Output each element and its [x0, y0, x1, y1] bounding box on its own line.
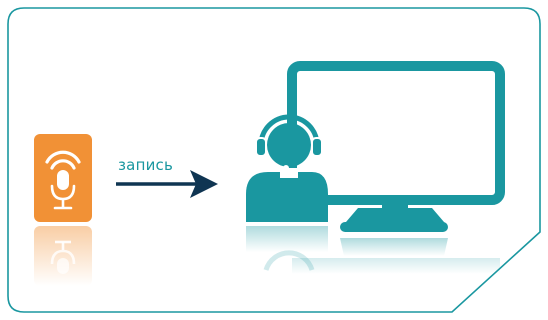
microphone-broadcast-icon: [34, 134, 92, 222]
arrow-right-icon: [116, 170, 218, 198]
diagram-canvas: [7, 7, 541, 313]
arrow-caption: запись: [118, 156, 174, 174]
recording-diagram: запись: [0, 0, 548, 320]
microphone-reflection: [34, 226, 92, 286]
headset-operator-icon: [246, 114, 328, 222]
